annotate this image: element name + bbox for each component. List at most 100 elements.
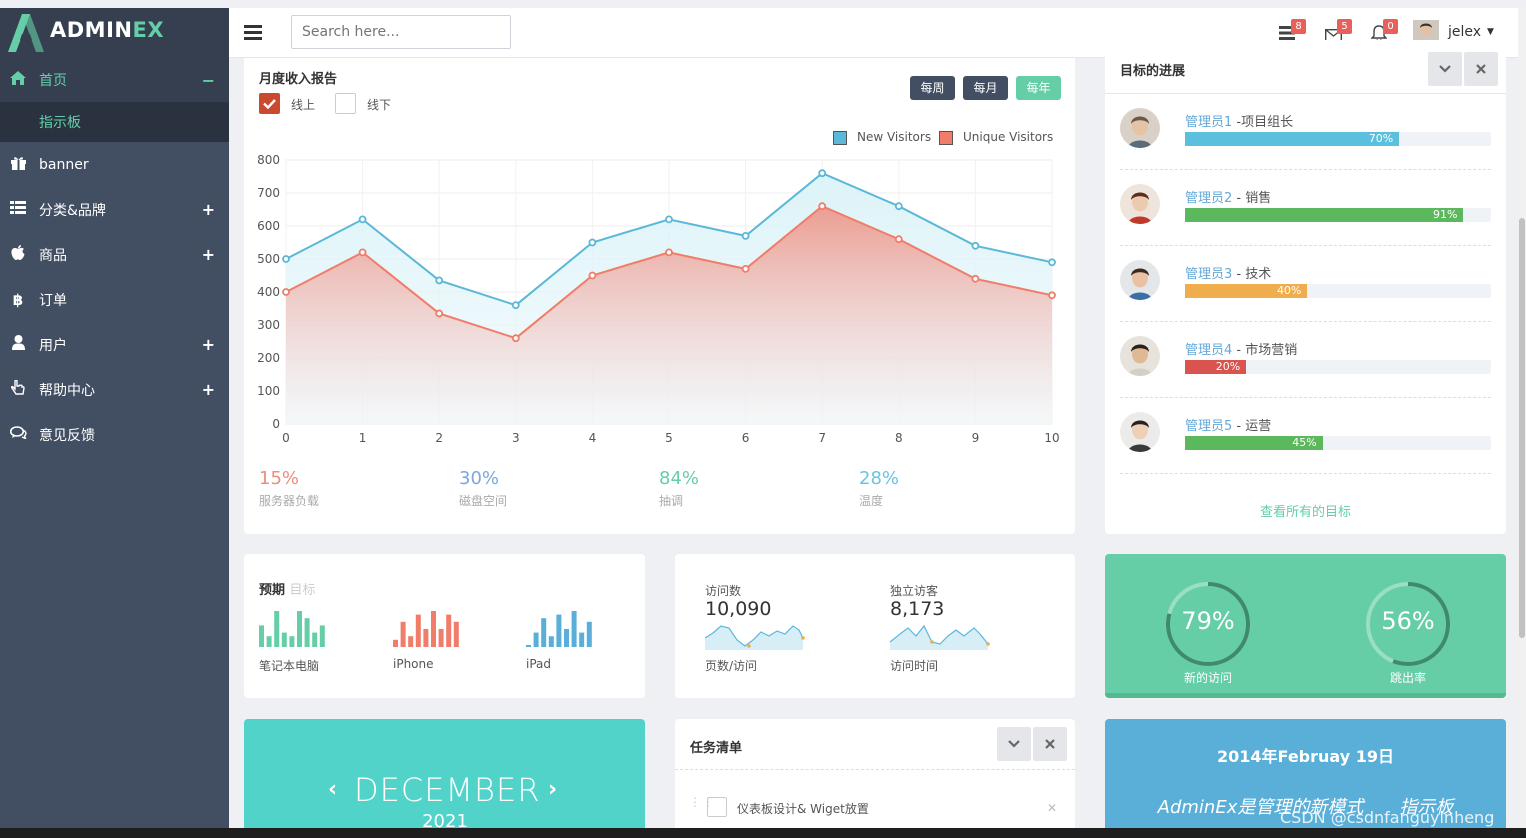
divider [1120, 397, 1491, 398]
username[interactable]: jelex [1448, 24, 1481, 40]
scrollbar-thumb[interactable] [1519, 218, 1525, 638]
mini-bar-chart [393, 611, 459, 647]
data-point[interactable] [741, 232, 750, 240]
data-point[interactable] [665, 248, 673, 257]
goal-progress-fill: 91% [1185, 208, 1464, 222]
expand-icon[interactable]: + [202, 380, 215, 399]
sidebar-subitem-dashboard[interactable]: 指示板 [0, 102, 229, 142]
goal-progress-bar: 70% [1185, 132, 1491, 146]
sidebar-item-feedback[interactable]: 意见反馈 [0, 412, 229, 457]
collapse-icon[interactable]: − [202, 71, 215, 90]
data-point[interactable] [282, 288, 290, 296]
data-point[interactable] [511, 334, 520, 343]
data-point[interactable] [1048, 258, 1056, 267]
y-tick-label: 300 [257, 318, 280, 332]
x-tick-label: 8 [895, 431, 903, 445]
logo[interactable]: ADMINEX [0, 8, 229, 58]
sidebar-item-products[interactable]: 商品 + [0, 232, 229, 277]
ring-value: 79% [1181, 607, 1235, 635]
next-month-icon[interactable]: › [548, 777, 557, 802]
mini-bar [266, 636, 272, 647]
sidebar-item-banner[interactable]: banner [0, 142, 229, 187]
close-icon[interactable] [1033, 727, 1067, 761]
goals-progress-panel: 目标的进展 管理员1 -项目组长 70% 管理员2 - 销售 91% 管理员3 - 技术… [1105, 40, 1506, 534]
data-point[interactable] [435, 309, 444, 318]
data-point[interactable] [1048, 291, 1056, 300]
data-point[interactable] [971, 241, 980, 250]
data-point[interactable] [588, 271, 597, 280]
x-tick-label: 5 [665, 431, 673, 445]
caret-down-icon[interactable]: ▼ [1487, 27, 1494, 37]
sidebar-item-help[interactable]: 帮助中心 + [0, 367, 229, 412]
collapse-icon[interactable] [997, 727, 1031, 761]
prev-month-icon[interactable]: ‹ [328, 777, 337, 802]
x-tick-label: 10 [1044, 431, 1059, 445]
data-point[interactable] [971, 274, 980, 283]
data-point[interactable] [358, 248, 367, 257]
mini-bar [274, 611, 280, 647]
checkbox-offline[interactable] [335, 93, 356, 114]
goal-progress-bar: 20% [1185, 360, 1491, 374]
data-point[interactable] [894, 202, 903, 211]
expand-icon[interactable]: + [202, 200, 215, 219]
data-point[interactable] [818, 169, 827, 178]
mini-bar [319, 625, 325, 647]
sidebar-item-category-brand[interactable]: 分类&品牌 + [0, 187, 229, 232]
mini-bar [304, 618, 310, 647]
data-point[interactable] [665, 215, 673, 224]
data-point[interactable] [588, 238, 597, 247]
sidebar-item-orders[interactable]: ฿ 订单 [0, 277, 229, 322]
expand-icon[interactable]: + [202, 245, 215, 264]
avatar [1120, 184, 1160, 224]
checkbox-online[interactable] [259, 93, 280, 114]
yearly-button[interactable]: 每年 [1016, 76, 1061, 100]
close-icon[interactable] [1464, 52, 1498, 86]
sidebar-item-users[interactable]: 用户 + [0, 322, 229, 367]
goal-person[interactable]: 管理员4 [1185, 343, 1232, 358]
y-tick-label: 200 [257, 351, 280, 365]
mini-bar [564, 629, 569, 647]
scrollbar-track[interactable] [1518, 8, 1526, 830]
goal-person[interactable]: 管理员3 [1185, 267, 1232, 282]
data-point[interactable] [741, 265, 750, 273]
goal-person[interactable]: 管理员5 [1185, 419, 1232, 434]
hamburger-menu-icon[interactable] [244, 25, 262, 44]
os-taskbar [0, 828, 1526, 838]
forecast-title: 预期 [259, 583, 286, 598]
data-point[interactable] [282, 255, 290, 263]
goal-name[interactable]: 管理员5 - 运营 [1185, 415, 1271, 434]
mail-count-badge: 5 [1337, 19, 1352, 34]
calendar-month: DECEMBER [354, 771, 541, 809]
view-all-goals-link[interactable]: 查看所有的目标 [1105, 501, 1506, 520]
expand-icon[interactable]: + [202, 335, 215, 354]
weekly-button[interactable]: 每周 [910, 76, 955, 100]
x-tick-label: 1 [359, 431, 367, 445]
collapse-icon[interactable] [1428, 52, 1462, 86]
goal-role: - 市场营销 [1232, 343, 1298, 358]
goal-person[interactable]: 管理员2 [1185, 191, 1232, 206]
stat-value: 84% [659, 468, 700, 489]
forecast-panel: 预期 目标 笔记本电脑 iPhone iPad [244, 554, 645, 698]
delete-task-icon[interactable]: ✕ [1047, 801, 1057, 815]
y-tick-label: 500 [257, 252, 280, 266]
task-checkbox[interactable] [707, 797, 727, 817]
mini-bar [415, 614, 421, 647]
x-tick-label: 4 [589, 431, 597, 445]
goal-progress-bar: 40% [1185, 284, 1491, 298]
goal-name[interactable]: 管理员3 - 技术 [1185, 263, 1271, 282]
goal-name[interactable]: 管理员4 - 市场营销 [1185, 339, 1297, 358]
goal-name[interactable]: 管理员1 -项目组长 [1185, 111, 1293, 130]
stat-label: 服务器负载 [259, 494, 320, 508]
goal-person[interactable]: 管理员1 [1185, 115, 1232, 130]
data-point[interactable] [435, 276, 444, 285]
data-point[interactable] [818, 202, 827, 211]
visit-rates-panel: 79% 新的访问 56% 跳出率 [1105, 554, 1506, 698]
monthly-button[interactable]: 每月 [963, 76, 1008, 100]
sidebar-item-home[interactable]: 首页 − [0, 58, 229, 102]
goal-name[interactable]: 管理员2 - 销售 [1185, 187, 1271, 206]
data-point[interactable] [358, 215, 367, 224]
search-input[interactable] [291, 15, 511, 49]
data-point[interactable] [511, 301, 520, 310]
data-point[interactable] [894, 235, 903, 244]
y-tick-label: 600 [257, 219, 280, 233]
